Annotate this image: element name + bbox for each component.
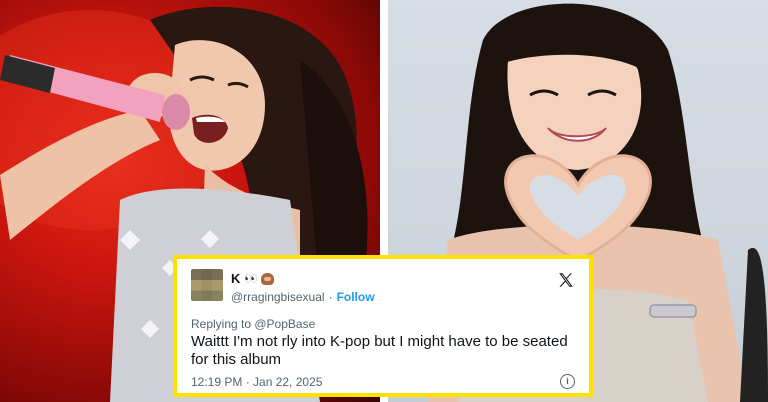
see-no-evil-monkey-emoji-icon: [261, 272, 275, 285]
replying-to[interactable]: Replying to @PopBase: [191, 317, 315, 331]
timestamp[interactable]: 12:19 PM · Jan 22, 2025: [191, 375, 322, 389]
user-handle[interactable]: @rragingbisexual: [231, 290, 325, 304]
follow-button[interactable]: Follow: [337, 290, 375, 304]
separator-dot: ·: [328, 290, 333, 304]
eyes-emoji-icon: 👀: [244, 273, 258, 285]
info-icon[interactable]: i: [560, 374, 575, 389]
tweet-text: Waittt I'm not rly into K-pop but I migh…: [191, 333, 568, 368]
tweet-card[interactable]: K 👀 @rragingbisexual · Follow Replying t…: [173, 255, 593, 397]
x-logo-icon[interactable]: [557, 271, 575, 289]
display-name[interactable]: K 👀: [231, 271, 275, 286]
display-name-text: K: [231, 271, 241, 286]
avatar[interactable]: [191, 269, 223, 301]
handle-row: @rragingbisexual · Follow: [231, 290, 375, 304]
